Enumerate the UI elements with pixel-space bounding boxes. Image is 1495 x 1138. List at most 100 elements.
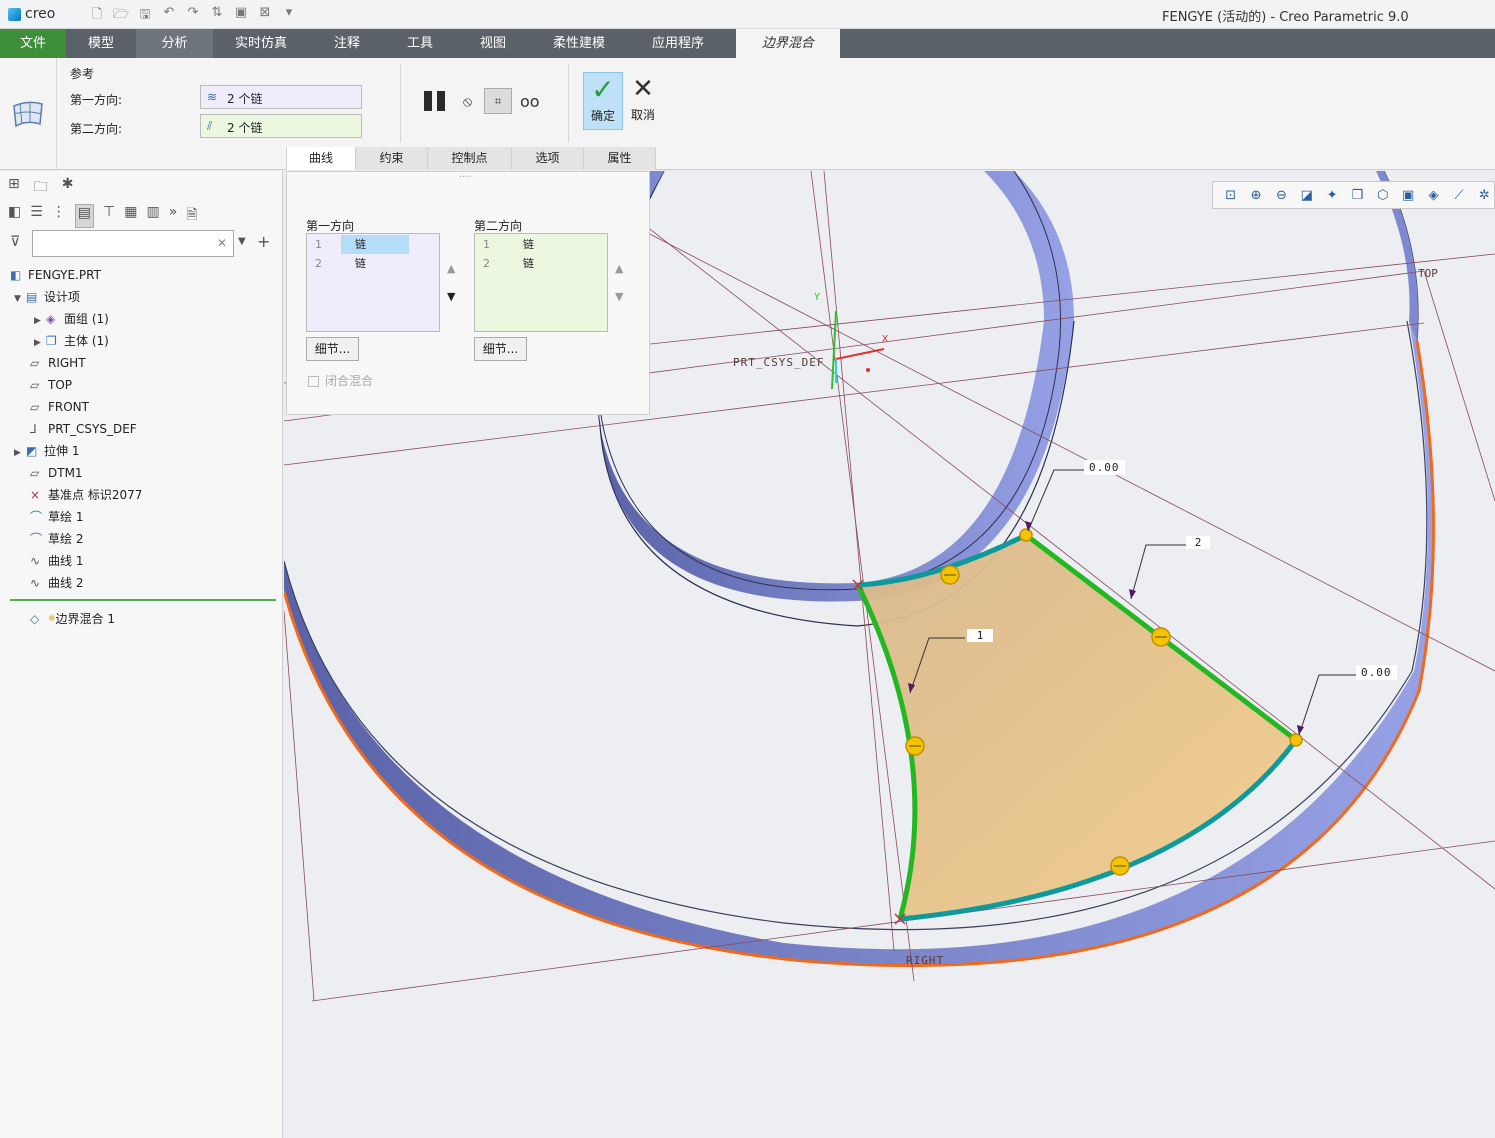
layer-tree-icon[interactable]: ▤ bbox=[74, 204, 95, 228]
tree-item[interactable]: ▶ ◩ 拉伸 1 bbox=[14, 440, 79, 462]
display-style-icon[interactable]: ❒ bbox=[1348, 188, 1367, 203]
subtab-constraints[interactable]: 约束 bbox=[356, 147, 428, 170]
chain-callout[interactable]: 1 bbox=[967, 629, 993, 642]
saved-orientations-icon[interactable]: ⬡ bbox=[1373, 188, 1392, 203]
tab-flexible-modeling[interactable]: 柔性建模 bbox=[531, 29, 627, 58]
zoom-in-icon[interactable]: ⊕ bbox=[1246, 188, 1265, 203]
move-down-icon[interactable]: ▼ bbox=[447, 290, 455, 303]
folder-browser-icon[interactable]: 🗀 bbox=[34, 176, 48, 200]
chevron-down-icon[interactable]: ▼ bbox=[238, 236, 246, 247]
first-direction-list[interactable]: 1链 2链 bbox=[306, 233, 440, 332]
move-down-icon[interactable]: ▼ bbox=[615, 290, 623, 303]
second-direction-collector[interactable]: ⫽ 2 个链 bbox=[200, 114, 362, 138]
dimension-tag[interactable]: 0.00 bbox=[1084, 460, 1125, 475]
new-icon[interactable]: 🗋 bbox=[88, 5, 106, 27]
redo-icon[interactable]: ↷ bbox=[184, 5, 202, 27]
tab-applications[interactable]: 应用程序 bbox=[627, 29, 729, 58]
clear-icon[interactable]: ✕ bbox=[217, 236, 227, 250]
extrude-icon: ◩ bbox=[26, 444, 38, 458]
tab-analysis[interactable]: 分析 bbox=[136, 29, 213, 58]
mesh-preview-icon[interactable]: ⌗ bbox=[484, 88, 512, 114]
zoom-out-icon[interactable]: ⊖ bbox=[1272, 188, 1291, 203]
tree-item[interactable]: ⌒ 草绘 2 bbox=[30, 528, 83, 550]
body-icon: ❐ bbox=[46, 334, 57, 348]
part-icon[interactable]: ◧ bbox=[8, 204, 21, 228]
list-item[interactable]: 1链 bbox=[307, 235, 411, 254]
move-up-icon[interactable]: ▲ bbox=[615, 262, 623, 275]
filter-icon[interactable]: ⊽ bbox=[10, 234, 20, 250]
tree-item[interactable]: ▶ ◈ 面组 (1) bbox=[34, 308, 109, 330]
search-input[interactable]: ✕ bbox=[32, 230, 234, 257]
tree-item[interactable]: ▼ ▤ 设计项 bbox=[14, 286, 80, 308]
customize-dropdown-icon[interactable]: ▾ bbox=[280, 5, 298, 27]
regenerate-icon[interactable]: ⇅ bbox=[208, 5, 226, 27]
pause-icon[interactable] bbox=[424, 91, 446, 111]
tree-item[interactable]: × 基准点 标识2077 bbox=[30, 484, 142, 506]
document-icon[interactable]: 🗎 bbox=[186, 204, 197, 228]
tab-simulation[interactable]: 实时仿真 bbox=[213, 29, 309, 58]
subtab-options[interactable]: 选项 bbox=[512, 147, 584, 170]
window-title: FENGYE (活动的) - Creo Parametric 9.0 bbox=[1162, 10, 1409, 25]
checkmark-icon: ✓ bbox=[591, 73, 615, 106]
tree-item[interactable]: ∿ 曲线 2 bbox=[30, 572, 83, 594]
undo-icon[interactable]: ↶ bbox=[160, 5, 178, 27]
datum-display-icon[interactable]: ⟋ bbox=[1449, 188, 1468, 203]
subtab-properties[interactable]: 属性 bbox=[584, 147, 656, 170]
tree-item[interactable]: ▱ RIGHT bbox=[30, 352, 86, 374]
tree-item[interactable]: ▱ FRONT bbox=[30, 396, 89, 418]
panel-grip-icon[interactable]: ···· bbox=[459, 172, 472, 183]
move-up-icon[interactable]: ▲ bbox=[447, 262, 455, 275]
annotation-display-icon[interactable]: ✲ bbox=[1475, 188, 1494, 203]
show-icon[interactable]: ▥ bbox=[146, 204, 159, 228]
windows-icon[interactable]: ▣ bbox=[232, 5, 250, 27]
list-item[interactable]: 2链 bbox=[475, 254, 579, 273]
chain-callout[interactable]: 2 bbox=[1186, 536, 1210, 549]
first-detail-button[interactable]: 细节... bbox=[306, 337, 359, 361]
more-icon[interactable]: » bbox=[169, 204, 178, 228]
list-item[interactable]: 2链 bbox=[307, 254, 411, 273]
dimension-tag[interactable]: 0.00 bbox=[1356, 665, 1397, 680]
second-direction-list[interactable]: 1链 2链 bbox=[474, 233, 608, 332]
close-window-icon[interactable]: ⊠ bbox=[256, 5, 274, 27]
tab-tools[interactable]: 工具 bbox=[385, 29, 455, 58]
tree-item[interactable]: ∿ 曲线 1 bbox=[30, 550, 83, 572]
spin-center-icon[interactable]: ✦ bbox=[1322, 188, 1341, 203]
tree-columns-icon[interactable]: ⋮ bbox=[52, 204, 66, 228]
tree-list-icon[interactable]: ☰ bbox=[30, 204, 43, 228]
model-tree-icon[interactable]: ⊞ bbox=[8, 176, 20, 200]
tree-settings-icon[interactable]: ▦ bbox=[124, 204, 137, 228]
tab-view[interactable]: 视图 bbox=[455, 29, 531, 58]
favorites-icon[interactable]: ✱ bbox=[62, 176, 74, 200]
tree-filter-icon[interactable]: ⊤ bbox=[103, 204, 115, 228]
no-preview-icon[interactable]: ⦸ bbox=[463, 94, 472, 110]
second-detail-button[interactable]: 细节... bbox=[474, 337, 527, 361]
view-manager-icon[interactable]: ▣ bbox=[1399, 188, 1418, 203]
tree-item[interactable]: ▱ DTM1 bbox=[30, 462, 83, 484]
handle bbox=[1289, 733, 1303, 747]
verify-glasses-icon[interactable]: oo bbox=[520, 92, 540, 111]
save-icon[interactable]: 🖫 bbox=[136, 5, 154, 27]
tab-annotate[interactable]: 注释 bbox=[309, 29, 385, 58]
tree-item[interactable]: ⅃ PRT_CSYS_DEF bbox=[30, 418, 137, 440]
tree-item-active[interactable]: ◇ ※边界混合 1 bbox=[30, 608, 115, 630]
repaint-icon[interactable]: ◪ bbox=[1297, 188, 1316, 203]
subtab-control-points[interactable]: 控制点 bbox=[428, 147, 512, 170]
insert-indicator[interactable] bbox=[10, 599, 276, 601]
perspective-icon[interactable]: ◈ bbox=[1424, 188, 1443, 203]
first-direction-collector[interactable]: ≋ 2 个链 bbox=[200, 85, 362, 109]
add-icon[interactable]: + bbox=[257, 232, 270, 251]
open-icon[interactable]: 🗁 bbox=[112, 5, 130, 27]
cancel-button[interactable]: ✕ 取消 bbox=[625, 72, 661, 130]
tree-item[interactable]: ▱ TOP bbox=[30, 374, 72, 396]
tab-file[interactable]: 文件 bbox=[0, 29, 66, 58]
list-item[interactable]: 1链 bbox=[475, 235, 579, 254]
tree-item[interactable]: ▶ ❐ 主体 (1) bbox=[34, 330, 109, 352]
tab-boundary-blend[interactable]: 边界混合 bbox=[736, 29, 840, 58]
subtab-curves[interactable]: 曲线 bbox=[286, 147, 356, 170]
tree-root[interactable]: ◧ FENGYE.PRT bbox=[10, 264, 101, 286]
closed-blend-checkbox[interactable]: 闭合混合 bbox=[308, 372, 373, 389]
tree-item[interactable]: ⌒ 草绘 1 bbox=[30, 506, 83, 528]
refit-icon[interactable]: ⊡ bbox=[1221, 188, 1240, 203]
ok-button[interactable]: ✓ 确定 bbox=[583, 72, 623, 130]
tab-model[interactable]: 模型 bbox=[66, 29, 136, 58]
